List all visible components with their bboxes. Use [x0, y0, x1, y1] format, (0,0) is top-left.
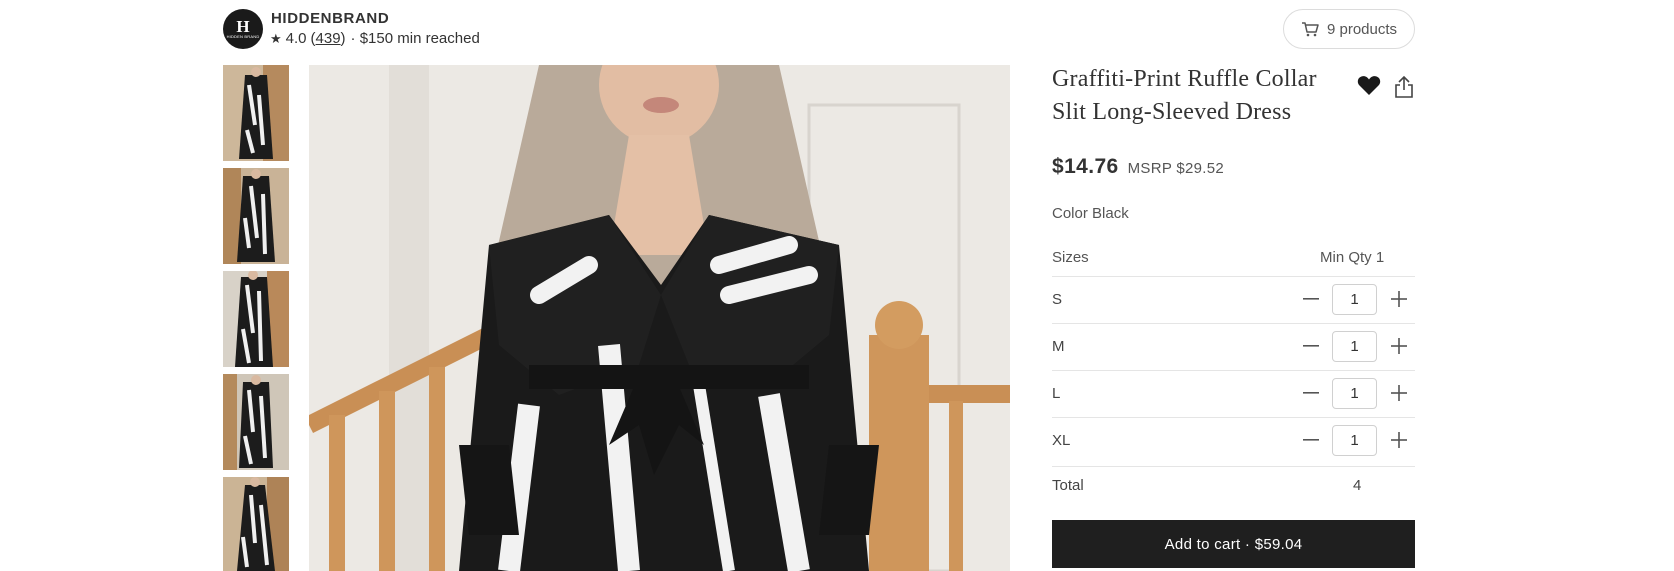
size-label: L	[1052, 385, 1061, 402]
brand-logo[interactable]: H HIDDEN BRAND	[223, 9, 263, 49]
product-title: Graffiti-Print Ruffle Collar Slit Long-S…	[1052, 66, 1317, 125]
color-value: Black	[1092, 205, 1129, 222]
heart-icon	[1357, 76, 1381, 95]
minus-icon	[1303, 298, 1319, 300]
increase-button[interactable]	[1389, 383, 1409, 403]
dress-thumbnail-icon	[223, 374, 289, 470]
brand-logo-letter: H	[236, 17, 250, 36]
cart-icon	[1301, 22, 1319, 37]
total-value: 4	[1353, 477, 1362, 494]
thumbnail-1[interactable]	[223, 65, 289, 161]
favorite-button[interactable]	[1357, 75, 1381, 101]
share-icon	[1395, 75, 1413, 98]
plus-icon	[1391, 338, 1407, 354]
thumbnail-4[interactable]	[223, 374, 289, 470]
total-label: Total	[1052, 477, 1084, 494]
plus-icon	[1391, 432, 1407, 448]
color-label: Color	[1052, 205, 1088, 222]
share-button[interactable]	[1394, 75, 1414, 104]
review-count-close: )	[340, 30, 346, 47]
decrease-button[interactable]	[1301, 430, 1321, 450]
dress-thumbnail-icon	[223, 168, 289, 264]
minus-icon	[1303, 392, 1319, 394]
thumbnail-2[interactable]	[223, 168, 289, 264]
size-label: XL	[1052, 432, 1071, 449]
plus-icon	[1391, 385, 1407, 401]
decrease-button[interactable]	[1301, 336, 1321, 356]
main-product-image[interactable]	[309, 65, 1010, 571]
size-label: M	[1052, 338, 1065, 355]
min-qty: Min Qty 1	[1320, 249, 1385, 266]
products-button[interactable]: 9 products	[1283, 9, 1415, 49]
min-status: · $150 min reached	[350, 30, 480, 47]
plus-icon	[1391, 291, 1407, 307]
quantity-input[interactable]	[1332, 331, 1377, 362]
price-row: $14.76 MSRP $29.52	[1052, 155, 1224, 179]
dress-thumbnail-icon	[223, 65, 289, 161]
brand-name[interactable]: HIDDENBRAND	[271, 10, 389, 27]
decrease-button[interactable]	[1301, 383, 1321, 403]
rating-value: 4.0	[285, 30, 307, 47]
sizes-label: Sizes	[1052, 249, 1089, 266]
thumbnail-3[interactable]	[223, 271, 289, 367]
review-count-link[interactable]: 439	[316, 30, 341, 47]
thumbnail-5[interactable]	[223, 477, 289, 571]
dress-thumbnail-icon	[223, 271, 289, 367]
size-row-m: M	[1052, 323, 1415, 370]
quantity-input[interactable]	[1332, 425, 1377, 456]
quantity-input[interactable]	[1332, 378, 1377, 409]
increase-button[interactable]	[1389, 430, 1409, 450]
quantity-input[interactable]	[1332, 284, 1377, 315]
total-row: Total 4	[1052, 466, 1415, 506]
rating-row: ★ 4.0 (439) · $150 min reached	[270, 30, 480, 47]
price: $14.76	[1052, 155, 1119, 178]
star-icon: ★	[270, 30, 282, 46]
color-row: Color Black	[1052, 205, 1129, 222]
dress-photo-icon	[309, 65, 1010, 571]
brand-logo-sub: HIDDEN BRAND	[226, 34, 260, 39]
size-label: S	[1052, 291, 1063, 308]
size-row-s: S	[1052, 276, 1415, 323]
minus-icon	[1303, 439, 1319, 441]
dress-thumbnail-icon	[223, 477, 289, 571]
products-label: 9 products	[1326, 20, 1398, 38]
minus-icon	[1303, 345, 1319, 347]
msrp: MSRP $29.52	[1127, 160, 1225, 177]
add-to-cart-button[interactable]: Add to cart · $59.04	[1052, 520, 1415, 568]
decrease-button[interactable]	[1301, 289, 1321, 309]
size-row-l: L	[1052, 370, 1415, 417]
increase-button[interactable]	[1389, 289, 1409, 309]
size-row-xl: XL	[1052, 417, 1415, 464]
increase-button[interactable]	[1389, 336, 1409, 356]
